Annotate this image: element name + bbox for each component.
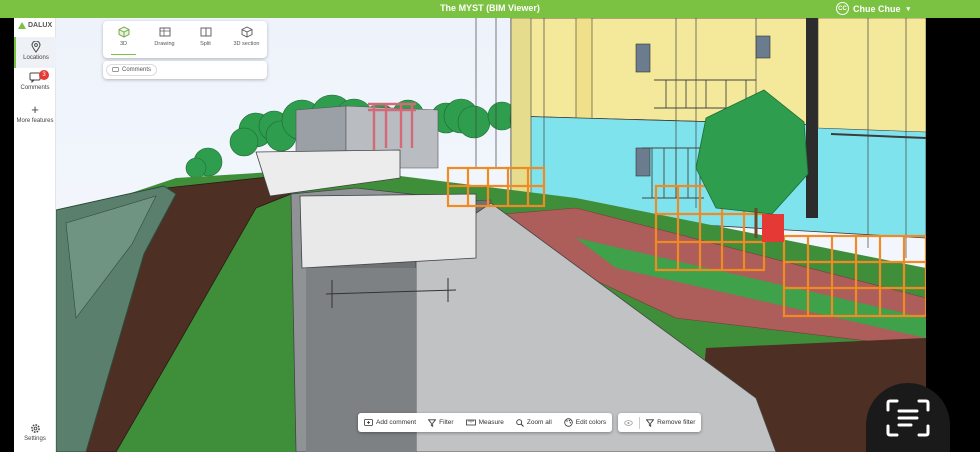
ruler-icon [465,419,476,426]
toolbar-divider [639,416,641,429]
sidebar-item-locations[interactable]: Locations [14,37,56,68]
filter-button[interactable]: Filter [428,418,454,427]
view-mode-switcher: 3D Drawing Split 3D section [103,21,267,58]
scan-text-icon [886,399,930,436]
view-mode-drawing-label: Drawing [154,41,175,47]
view-mode-3d-label: 3D [119,41,128,47]
location-pin-icon [31,41,41,53]
sidebar-label-locations: Locations [23,55,49,61]
measure-label: Measure [478,419,504,426]
zoom-all-label: Zoom all [526,419,552,426]
view-mode-split[interactable]: Split [185,21,226,58]
model-render [55,18,926,452]
tool-group-main: Add comment Filter Measure Zoom all Edit… [358,413,613,432]
logo-mark-icon [18,22,26,29]
comments-filter-bar: Comments [103,61,267,79]
sidebar-item-settings[interactable]: Settings [14,423,56,447]
tool-group-filter: Remove filter [618,413,702,432]
add-comment-label: Add comment [376,419,417,426]
measure-button[interactable]: Measure [465,419,504,426]
left-sidebar: DALUX Locations 3 Comments + More featur… [14,18,56,452]
sidebar-label-comments: Comments [20,85,50,91]
bim-3d-viewport[interactable]: 3D Drawing Split 3D section Comments Add… [55,18,926,452]
user-name: Chue Chue [852,3,901,14]
view-mode-3d[interactable]: 3D [103,21,144,58]
view-mode-drawing[interactable]: Drawing [144,21,185,58]
filter-label: Filter [439,419,454,426]
device-frame-edge [926,18,980,452]
view-mode-3d-section[interactable]: 3D section [226,21,267,58]
edit-colors-button[interactable]: Edit colors [564,418,606,427]
user-avatar: CC [835,2,849,15]
app-frame: DALUX Locations 3 Comments + More featur… [14,18,926,452]
bottom-toolbar: Add comment Filter Measure Zoom all Edit… [358,413,702,432]
comments-count-badge: 3 [39,70,49,80]
comments-filter-label: Comments [122,67,152,73]
remove-filter-label: Remove filter [657,419,696,426]
cube-icon [118,26,129,38]
view-mode-3d-section-label: 3D section [233,41,260,47]
plus-icon: + [31,102,39,117]
comments-filter-chip[interactable]: Comments [106,64,158,76]
filter-options-button[interactable] [624,419,633,427]
sidebar-item-more-features[interactable]: + More features [14,102,56,134]
filter-funnel-icon [646,418,655,427]
add-comment-button[interactable]: Add comment [364,418,417,427]
palette-icon [564,418,573,427]
split-icon [200,27,211,37]
view-mode-split-label: Split [200,41,211,47]
eye-filter-icon [624,419,633,426]
gear-icon [30,424,40,433]
magnifier-icon [516,418,524,427]
sidebar-label-settings: Settings [24,436,46,442]
add-comment-icon [364,418,373,426]
dalux-logo: DALUX [18,22,52,29]
filter-funnel-icon [428,418,437,427]
remove-filter-button[interactable]: Remove filter [646,418,696,427]
sidebar-item-comments[interactable]: 3 Comments [14,70,56,98]
title-bar: The MYST (BIM Viewer) CC Chue Chue ▾ [0,0,980,18]
section-cube-icon [241,26,252,38]
sidebar-label-more-features: More features [16,118,54,124]
app-title: The MYST (BIM Viewer) [440,3,540,13]
zoom-all-button[interactable]: Zoom all [516,418,552,427]
comment-bubble-icon [112,67,119,72]
user-menu[interactable]: CC Chue Chue ▾ [835,2,910,15]
drawing-icon [159,27,170,37]
edit-colors-label: Edit colors [575,419,607,426]
chevron-down-icon: ▾ [906,5,910,13]
logo-text: DALUX [28,22,53,29]
